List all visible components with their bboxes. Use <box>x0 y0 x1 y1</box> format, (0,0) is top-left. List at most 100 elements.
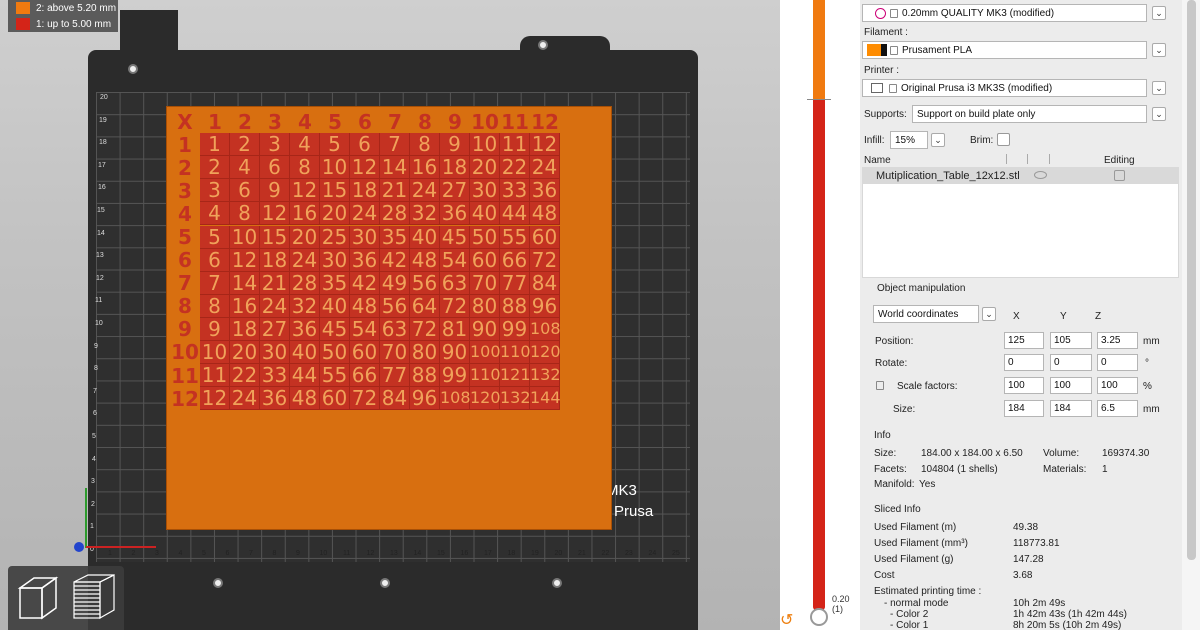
info-manifold-label: Manifold: <box>874 479 915 490</box>
scrollbar-thumb[interactable] <box>1187 0 1196 560</box>
model-header-row: X 1 2 3 4 5 6 7 8 9 10 11 12 <box>170 110 590 133</box>
model-cell: 45 <box>320 317 350 341</box>
print-profile-select[interactable]: 0.20mm QUALITY MK3 (modified) <box>862 4 1147 22</box>
filament-label: Filament : <box>864 27 908 38</box>
scale-x-field[interactable]: 100 <box>1004 377 1044 394</box>
model-cell: 110 <box>470 364 501 388</box>
bed-mount-hole <box>128 64 138 74</box>
scale-z-field[interactable]: 100 <box>1097 377 1138 394</box>
model-header-cell: 10 <box>171 340 199 365</box>
bed-row-number: 2 <box>91 500 95 508</box>
brim-checkbox[interactable] <box>997 133 1010 146</box>
bed-column-number: 22 <box>601 550 610 557</box>
bed-row-number: 5 <box>92 433 96 440</box>
view-3d-button[interactable] <box>12 572 62 624</box>
chevron-down-icon[interactable]: ⌄ <box>1152 107 1166 121</box>
model-cell: 3 <box>260 133 290 157</box>
position-y-field[interactable]: 105 <box>1050 332 1092 349</box>
bed-column-number: 9 <box>296 550 300 557</box>
filament-color-swatch <box>867 44 881 56</box>
color-change-tick[interactable] <box>807 99 831 100</box>
bed-label-line2: Prusa <box>614 503 654 520</box>
bed-column-number: 3 <box>155 550 159 557</box>
printer-select[interactable]: Original Prusa i3 MK3S (modified) <box>862 79 1147 97</box>
size-z-field[interactable]: 6.5 <box>1097 400 1138 417</box>
chevron-down-icon[interactable]: ⌄ <box>1152 81 1166 95</box>
model-cell: 84 <box>380 387 410 411</box>
model-cell: 35 <box>380 225 410 249</box>
infill-select[interactable]: 15% <box>890 131 928 149</box>
position-z-field[interactable]: 3.25 <box>1097 332 1138 349</box>
filament-select[interactable]: Prusament PLA <box>862 41 1147 59</box>
3d-viewport[interactable]: 20 19 18 17 16 15 14 13 12 11 10 9 8 7 6 5 4 3 2 1 0 1234567… <box>0 0 800 630</box>
used-filament-g-value: 147.28 <box>1013 554 1044 565</box>
model-cell: 63 <box>440 271 470 295</box>
undo-arrow-icon[interactable]: ↺ <box>780 610 793 630</box>
model-cell: 49 <box>380 271 410 295</box>
model-cell: 32 <box>410 202 440 226</box>
model-row: 9 9 18 27 36 45 54 63 72 81 90 99 108 <box>170 317 590 341</box>
position-x-field[interactable]: 125 <box>1004 332 1044 349</box>
model-cell: 42 <box>380 248 410 272</box>
model-header-cell: 5 <box>328 109 342 134</box>
model-header-cell: 2 <box>178 155 192 180</box>
model-cell: 45 <box>440 225 470 249</box>
view-mode-toolbar <box>8 566 124 630</box>
print-profile-value: 0.20mm QUALITY MK3 (modified) <box>902 7 1055 19</box>
column-separator <box>1049 154 1050 164</box>
edit-settings-icon[interactable] <box>1114 170 1125 181</box>
used-filament-mm3-label: Used Filament (mm³) <box>874 538 968 549</box>
column-x-label: X <box>1013 311 1020 322</box>
lock-icon[interactable] <box>876 381 884 390</box>
scale-y-field[interactable]: 100 <box>1050 377 1092 394</box>
layer-slider-handle[interactable] <box>810 608 828 626</box>
supports-select[interactable]: Support on build plate only <box>912 105 1147 123</box>
rotate-x-field[interactable]: 0 <box>1004 354 1044 371</box>
view-preview-button[interactable] <box>68 572 118 624</box>
bed-column-number: 5 <box>202 550 206 557</box>
model-cell: 16 <box>410 156 440 180</box>
bed-label-line1: MK3 <box>606 482 637 499</box>
chevron-down-icon[interactable]: ⌄ <box>1152 43 1166 57</box>
model-header-cell: 2 <box>238 109 252 134</box>
model-cell: 11 <box>500 133 530 157</box>
column-z-label: Z <box>1095 311 1102 322</box>
model-cell: 108 <box>530 317 561 341</box>
rotate-y-field[interactable]: 0 <box>1050 354 1092 371</box>
bed-row-number: 10 <box>95 320 103 327</box>
legend-label: 2: above 5.20 mm <box>36 2 117 14</box>
size-y-field[interactable]: 184 <box>1050 400 1092 417</box>
eye-icon[interactable] <box>1034 171 1047 179</box>
model-cell: 24 <box>350 202 380 226</box>
position-label: Position: <box>875 336 914 347</box>
model-cell: 24 <box>260 294 290 318</box>
coordinate-system-select[interactable]: World coordinates <box>873 305 979 323</box>
size-x-field[interactable]: 184 <box>1004 400 1044 417</box>
model-cell: 9 <box>440 133 470 157</box>
model-cell: 48 <box>290 387 320 411</box>
rotate-z-field[interactable]: 0 <box>1097 354 1138 371</box>
model-cell: 12 <box>290 179 320 203</box>
chevron-down-icon[interactable]: ⌄ <box>1152 6 1166 20</box>
model-cell: 18 <box>440 156 470 180</box>
column-y-label: Y <box>1060 311 1067 322</box>
layer-slider-track-color2[interactable] <box>813 0 825 100</box>
chevron-down-icon[interactable]: ⌄ <box>982 307 996 321</box>
model-cell: 50 <box>320 340 350 364</box>
layer-slider[interactable]: ↺ 0.20 (1) <box>780 0 860 630</box>
bed-column-number: 17 <box>484 550 492 557</box>
model-cell: 70 <box>380 340 410 364</box>
model-header-cell: 9 <box>448 109 462 134</box>
chevron-down-icon[interactable]: ⌄ <box>931 133 945 147</box>
bed-mount-hole <box>538 40 548 50</box>
color1-time-value: 8h 20m 5s (10h 2m 49s) <box>1013 620 1122 630</box>
model-cell: 12 <box>200 387 230 411</box>
model-cell: 132 <box>500 387 531 411</box>
bed-row-number: 14 <box>97 229 105 237</box>
model-header-cell: 4 <box>298 109 312 134</box>
panel-scrollbar[interactable] <box>1182 0 1200 630</box>
multiplication-table-model[interactable]: X 1 2 3 4 5 6 7 8 9 10 11 12 1 1 2 3 4 5 6 7 8 9 10 11 12 2 2 4 6 8 10 1… <box>170 110 590 411</box>
scale-factors-label: Scale factors: <box>897 381 958 392</box>
object-name[interactable]: Mutiplication_Table_12x12.stl <box>876 170 1020 182</box>
model-cell: 50 <box>470 225 500 249</box>
